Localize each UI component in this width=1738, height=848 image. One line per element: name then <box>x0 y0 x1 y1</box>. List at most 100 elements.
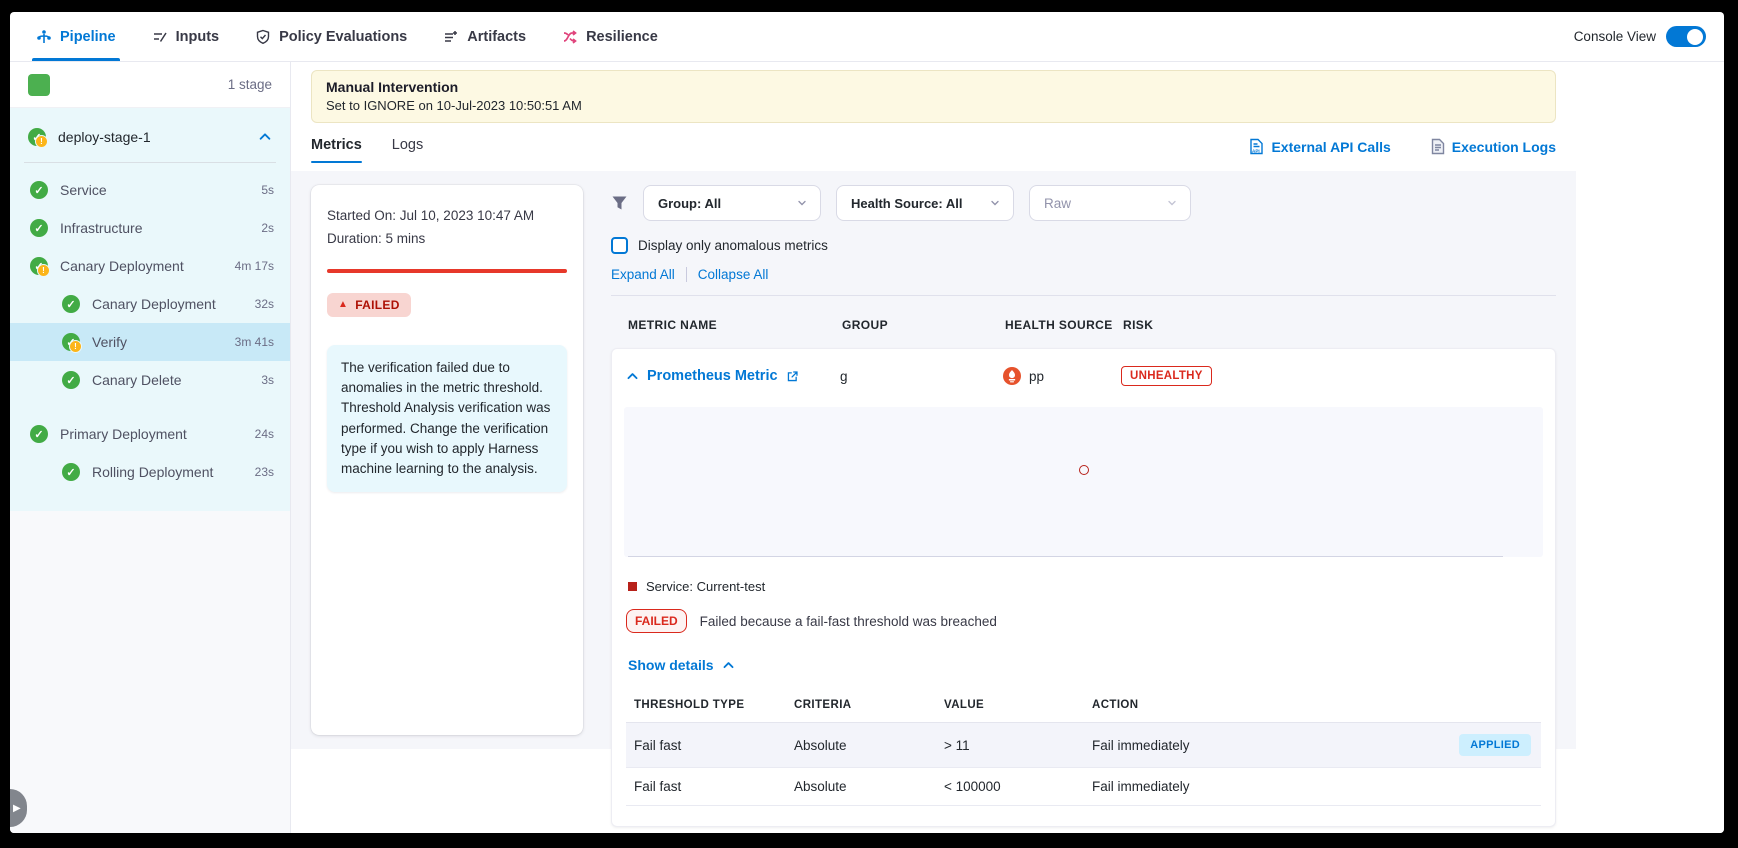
step-label: Service <box>60 182 107 198</box>
step-row[interactable]: Infrastructure 2s <box>10 209 290 247</box>
tab-resilience-label: Resilience <box>586 29 658 45</box>
step-duration: 32s <box>255 297 274 311</box>
expand-all-link[interactable]: Expand All <box>611 267 675 282</box>
step-row[interactable]: Canary Delete 3s <box>10 361 290 399</box>
metric-group-cell: g <box>840 369 1003 384</box>
chevron-up-icon[interactable] <box>258 130 272 144</box>
collapse-chevron-icon[interactable] <box>626 370 639 383</box>
metric-row[interactable]: Prometheus Metric g <box>612 349 1555 401</box>
show-details-link[interactable]: Show details <box>612 633 751 673</box>
step-row[interactable]: Verify 3m 41s <box>10 323 290 361</box>
filter-funnel-icon <box>611 195 628 211</box>
stage-section: deploy-stage-1 Service 5s <box>10 108 290 511</box>
stage-status-square <box>28 74 50 96</box>
step-row[interactable]: Canary Deployment 4m 17s <box>10 247 290 285</box>
step-duration: 2s <box>261 221 274 235</box>
main-panel: Manual Intervention Set to IGNORE on 10-… <box>291 62 1576 833</box>
chart-point <box>1079 465 1089 475</box>
app: Pipeline Inputs <box>10 12 1724 833</box>
tab-artifacts[interactable]: Artifacts <box>443 12 526 61</box>
tab-artifacts-label: Artifacts <box>467 29 526 45</box>
pipeline-icon <box>36 29 52 45</box>
step-label: Rolling Deployment <box>92 464 213 480</box>
threshold-row: Fail fast Absolute > 11 Fail immediately… <box>626 723 1541 768</box>
col-criteria: CRITERIA <box>794 699 944 711</box>
step-label: Primary Deployment <box>60 426 187 442</box>
threshold-row: Fail fast Absolute < 100000 Fail immedia… <box>626 768 1541 806</box>
duration: Duration: 5 mins <box>327 228 567 251</box>
applied-badge: APPLIED <box>1459 734 1531 756</box>
view-tabs-row: Metrics Logs API External API Calls <box>311 137 1556 163</box>
step-duration: 4m 17s <box>235 259 274 273</box>
document-icon <box>1431 138 1445 155</box>
step-row[interactable]: Rolling Deployment 23s <box>10 453 290 491</box>
verification-content: Started On: Jul 10, 2023 10:47 AM Durati… <box>291 171 1576 749</box>
steps-list: Service 5s Infrastructure 2s Canary Depl… <box>10 171 290 491</box>
anomalous-metrics-checkbox[interactable] <box>611 237 628 254</box>
metric-chart <box>624 407 1543 557</box>
action-label: Fail immediately <box>1092 779 1190 794</box>
tab-resilience[interactable]: Resilience <box>562 12 658 61</box>
health-source-filter-dropdown[interactable]: Health Source: All <box>836 185 1014 221</box>
step-label: Canary Delete <box>92 372 182 388</box>
toggle-knob <box>1687 29 1703 45</box>
divider <box>686 267 687 282</box>
step-status-icon <box>62 333 80 351</box>
execution-logs-label: Execution Logs <box>1452 139 1556 155</box>
tab-policy-evaluations[interactable]: Policy Evaluations <box>255 12 407 61</box>
manual-intervention-banner: Manual Intervention Set to IGNORE on 10-… <box>311 70 1556 123</box>
sidebar-header: 1 stage <box>10 62 290 108</box>
stage-row[interactable]: deploy-stage-1 <box>10 108 290 162</box>
anomalous-checkbox-label: Display only anomalous metrics <box>638 238 828 253</box>
criteria-cell: Absolute <box>794 779 944 794</box>
collapse-all-link[interactable]: Collapse All <box>698 267 769 282</box>
svg-text:API: API <box>1252 149 1260 154</box>
external-api-calls-link[interactable]: API External API Calls <box>1249 138 1390 155</box>
show-details-label: Show details <box>628 657 714 673</box>
metric-name-cell: Prometheus Metric <box>626 368 840 384</box>
api-document-icon: API <box>1249 138 1264 155</box>
step-label: Verify <box>92 334 127 350</box>
artifacts-icon <box>443 29 459 45</box>
step-duration: 3s <box>261 373 274 387</box>
threshold-type-cell: Fail fast <box>634 779 794 794</box>
action-label: Fail immediately <box>1092 738 1190 753</box>
step-row[interactable]: Service 5s <box>10 171 290 209</box>
step-row[interactable]: Canary Deployment 32s <box>10 285 290 323</box>
prometheus-icon <box>1003 367 1021 385</box>
col-threshold-type: THRESHOLD TYPE <box>634 699 794 711</box>
col-group: GROUP <box>842 318 1005 332</box>
action-cell: Fail immediately <box>1092 779 1533 794</box>
raw-filter-placeholder: Raw <box>1044 196 1071 211</box>
console-view-toggle[interactable] <box>1666 26 1706 47</box>
col-value: VALUE <box>944 699 1092 711</box>
expand-collapse-row: Expand All Collapse All <box>611 267 1556 282</box>
step-status-icon <box>30 257 48 275</box>
tab-logs[interactable]: Logs <box>392 137 423 163</box>
tab-metrics[interactable]: Metrics <box>311 137 362 163</box>
tab-pipeline[interactable]: Pipeline <box>36 12 116 61</box>
external-link-icon[interactable] <box>786 370 799 383</box>
resilience-icon <box>562 29 578 45</box>
threshold-rows: Fail fast Absolute > 11 Fail immediately… <box>626 723 1541 806</box>
threshold-type-cell: Fail fast <box>634 738 794 753</box>
step-status-icon <box>30 425 48 443</box>
tab-policy-evaluations-label: Policy Evaluations <box>279 29 407 45</box>
step-status-icon <box>30 219 48 237</box>
col-risk: RISK <box>1123 318 1556 332</box>
step-status-icon <box>62 371 80 389</box>
value-cell: < 100000 <box>944 779 1092 794</box>
execution-logs-link[interactable]: Execution Logs <box>1431 138 1556 155</box>
step-duration: 5s <box>261 183 274 197</box>
col-metric-name: METRIC NAME <box>628 318 842 332</box>
group-filter-dropdown[interactable]: Group: All <box>643 185 821 221</box>
metrics-table-header: METRIC NAME GROUP HEALTH SOURCE RISK <box>611 296 1556 348</box>
step-row[interactable]: Primary Deployment 24s <box>10 415 290 453</box>
tab-inputs[interactable]: Inputs <box>152 12 220 61</box>
metric-name-link[interactable]: Prometheus Metric <box>647 368 778 384</box>
top-nav-bar: Pipeline Inputs <box>10 12 1724 62</box>
threshold-table: THRESHOLD TYPE CRITERIA VALUE ACTION Fai… <box>626 691 1541 806</box>
raw-filter-dropdown[interactable]: Raw <box>1029 185 1191 221</box>
divider <box>24 162 276 163</box>
health-source-name: pp <box>1029 369 1044 384</box>
